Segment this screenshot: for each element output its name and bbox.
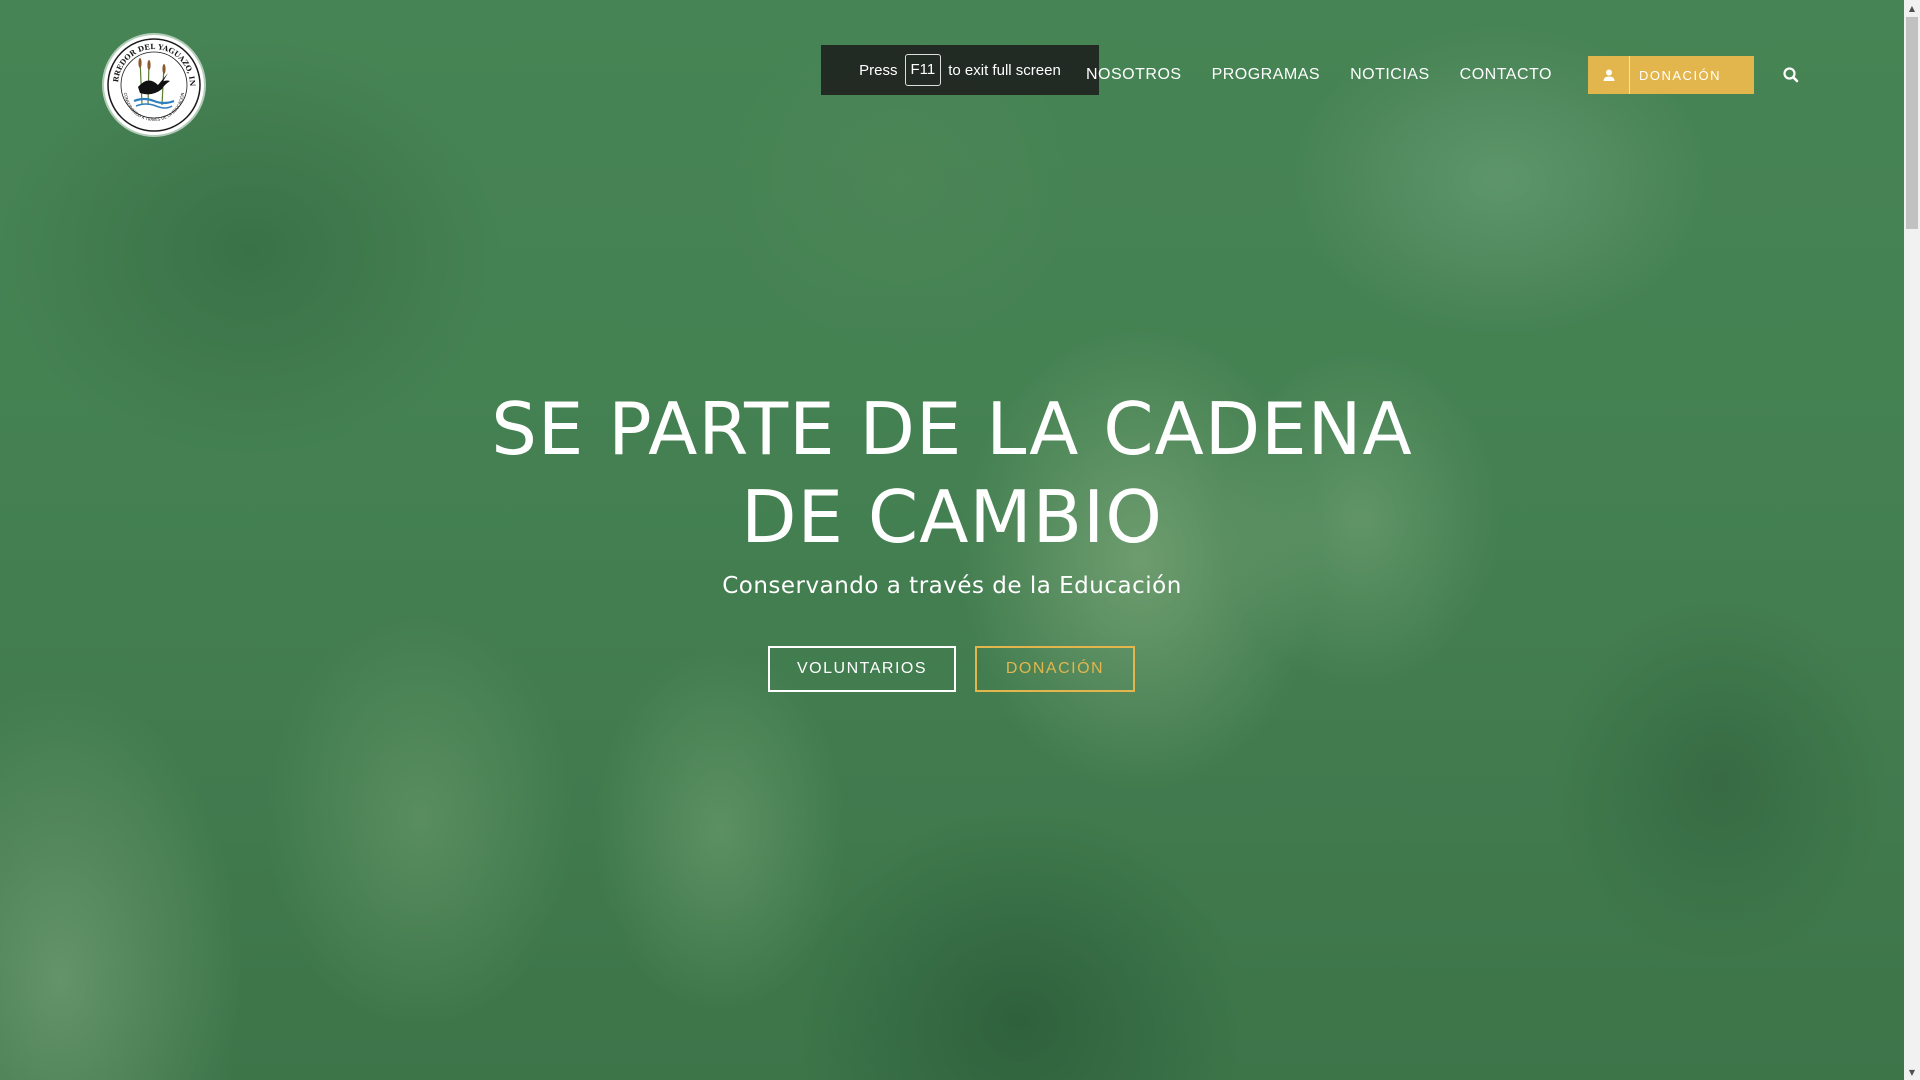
search-icon[interactable] xyxy=(1782,66,1800,84)
main-nav: NOSOTROS PROGRAMAS NOTICIAS CONTACTO xyxy=(1086,60,1582,90)
toast-press-text: Press xyxy=(859,61,898,79)
volunteer-button[interactable]: VOLUNTARIOS xyxy=(768,646,956,692)
fullscreen-exit-toast: Press F11 to exit full screen xyxy=(821,45,1099,95)
page: CORREDOR DEL YAGUAZO, INC. CONSERVANDO A… xyxy=(0,0,1920,1080)
header-donate-button[interactable]: DONACIÓN xyxy=(1588,56,1754,94)
nav-item-programas[interactable]: PROGRAMAS xyxy=(1212,66,1321,84)
site-logo[interactable]: CORREDOR DEL YAGUAZO, INC. CONSERVANDO A… xyxy=(104,35,204,135)
toast-suffix-text: to exit full screen xyxy=(948,61,1061,79)
heron-logo-icon: CORREDOR DEL YAGUAZO, INC. CONSERVANDO A… xyxy=(104,35,201,132)
scroll-up-arrow-icon[interactable]: ▲ xyxy=(1904,0,1920,16)
nav-item-nosotros[interactable]: NOSOTROS xyxy=(1086,66,1182,84)
hero-title-line2: DE CAMBIO xyxy=(741,475,1163,559)
toast-key-f11: F11 xyxy=(904,54,942,86)
hero-donate-button[interactable]: DONACIÓN xyxy=(975,646,1135,692)
nav-item-noticias[interactable]: NOTICIAS xyxy=(1350,66,1430,84)
user-icon xyxy=(1588,56,1630,94)
scrollbar-thumb[interactable] xyxy=(1906,17,1918,229)
header-donate-label: DONACIÓN xyxy=(1639,67,1722,83)
scroll-down-arrow-icon[interactable]: ▼ xyxy=(1904,1064,1920,1080)
hero-title-line1: SE PARTE DE LA CADENA xyxy=(491,387,1413,471)
hero-title: SE PARTE DE LA CADENA DE CAMBIO xyxy=(352,385,1552,561)
hero-subtitle: Conservando a través de la Educación xyxy=(722,573,1182,599)
nav-item-contacto[interactable]: CONTACTO xyxy=(1460,66,1552,84)
